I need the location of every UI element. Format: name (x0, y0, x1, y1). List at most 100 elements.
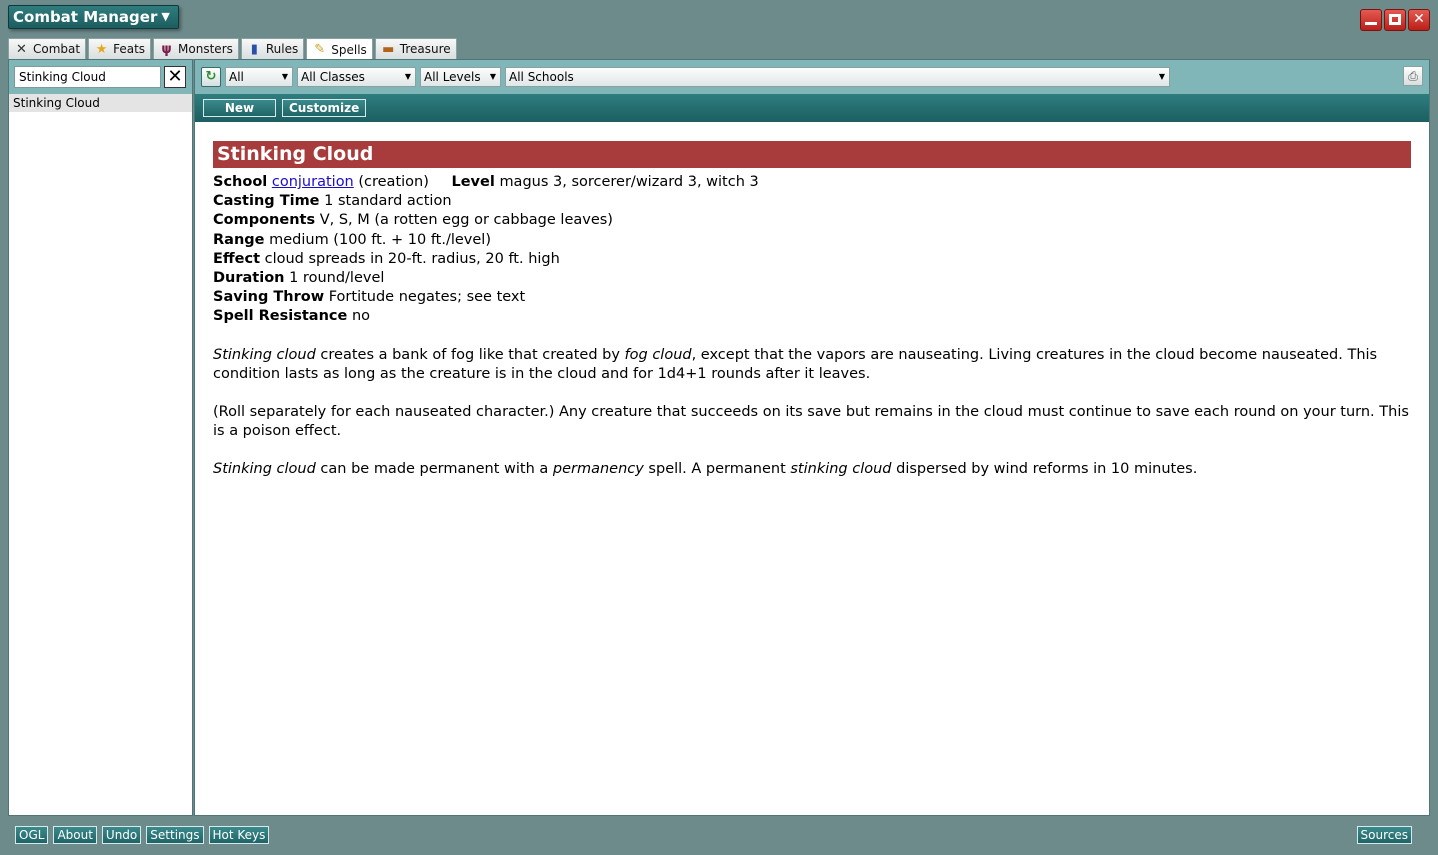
tab-treasure[interactable]: ▬ Treasure (374, 38, 457, 59)
tab-feats[interactable]: ★ Feats (88, 38, 152, 59)
spell-description: Stinking cloud creates a bank of fog lik… (213, 346, 1411, 479)
search-input[interactable] (14, 66, 161, 88)
description-paragraph: (Roll separately for each nauseated char… (213, 403, 1409, 439)
tab-label: Treasure (399, 42, 451, 56)
school-filter-select[interactable]: All Schools ▼ (505, 67, 1170, 87)
level-filter-select[interactable]: All Levels ▼ (420, 67, 501, 87)
x-icon: ✕ (16, 41, 27, 57)
stat-value: medium (100 ft. + 10 ft./level) (269, 231, 491, 248)
spell-ref: fog cloud (624, 346, 692, 363)
list-item[interactable]: Stinking Cloud (9, 94, 192, 112)
tab-spells[interactable]: ✎ Spells (306, 38, 373, 60)
select-value: All (229, 70, 244, 84)
sources-button[interactable]: Sources (1356, 826, 1412, 844)
monster-icon: ψ (161, 41, 172, 57)
stat-label: Level (451, 174, 495, 190)
stat-label: Saving Throw (213, 289, 325, 306)
description-text: creates a bank of fog like that created … (315, 346, 625, 363)
spell-list-panel: ✕ Stinking Cloud (8, 59, 193, 816)
window-controls: ✕ (1360, 9, 1430, 31)
stat-saving-throw: Saving Throw Fortitude negates; see text (213, 288, 1411, 307)
close-button[interactable]: ✕ (1408, 9, 1430, 31)
stat-label: Spell Resistance (213, 308, 348, 325)
stat-value: Fortitude negates; see text (328, 289, 526, 306)
stat-value: magus 3, sorcerer/wizard 3, witch 3 (499, 174, 759, 190)
stat-label: School (213, 174, 268, 190)
app-menu-button[interactable]: Combat Manager ▼ (8, 5, 179, 29)
tab-label: Spells (331, 42, 367, 57)
stat-value: (creation) (358, 174, 429, 190)
chevron-down-icon: ▼ (161, 10, 170, 23)
printer-icon: ⎙ (1408, 69, 1418, 83)
tab-combat[interactable]: ✕ Combat (8, 38, 87, 59)
stat-range: Range medium (100 ft. + 10 ft./level) (213, 231, 1411, 250)
stat-value: 1 round/level (289, 270, 385, 287)
undo-button[interactable]: Undo (101, 826, 142, 844)
stat-value: 1 standard action (324, 193, 452, 210)
spell-ref: Stinking cloud (213, 346, 316, 363)
clear-search-button[interactable]: ✕ (164, 66, 186, 88)
description-text: can be made permanent with a (315, 460, 553, 477)
tab-label: Combat (33, 42, 81, 56)
bottom-bar: OGL About Undo Settings Hot Keys Sources (0, 818, 1438, 855)
tab-label: Feats (113, 42, 146, 56)
select-value: All Levels (424, 70, 481, 84)
description-paragraph: Stinking cloud creates a bank of fog lik… (213, 346, 1411, 384)
about-button[interactable]: About (53, 826, 97, 844)
spell-name-header: Stinking Cloud (213, 141, 1411, 168)
spell-ref: stinking cloud (790, 460, 892, 477)
stat-spell-resistance: Spell Resistance no (213, 307, 1411, 326)
maximize-icon (1389, 14, 1401, 25)
refresh-icon: ↻ (205, 69, 217, 84)
new-button[interactable]: New (203, 99, 276, 117)
settings-button[interactable]: Settings (146, 826, 204, 844)
class-filter-select[interactable]: All Classes ▼ (297, 67, 416, 87)
bottom-buttons: OGL About Undo Settings Hot Keys (15, 826, 270, 844)
chevron-down-icon: ▼ (281, 72, 288, 81)
stat-value: V, S, M (a rotten egg or cabbage leaves) (319, 212, 613, 229)
source-filter-select[interactable]: All ▼ (225, 67, 293, 87)
action-bar: New Customize (195, 94, 1429, 122)
book-icon: ▮ (250, 41, 258, 57)
stat-duration: Duration 1 round/level (213, 269, 1411, 288)
print-button[interactable]: ⎙ (1403, 66, 1423, 86)
spell-detail-panel: ↻ All ▼ All Classes ▼ All Levels ▼ All Scho… (194, 59, 1430, 816)
minimize-icon (1365, 22, 1377, 25)
stat-label: Effect (213, 250, 261, 267)
stat-effect: Effect cloud spreads in 20-ft. radius, 2… (213, 250, 1411, 269)
refresh-button[interactable]: ↻ (201, 67, 221, 87)
school-link[interactable]: conjuration (272, 174, 354, 190)
search-bar: ✕ (9, 60, 192, 94)
close-icon: ✕ (1413, 11, 1425, 27)
description-text: dispersed by wind reforms in 10 minutes. (891, 460, 1198, 477)
select-value: All Schools (509, 70, 574, 84)
stat-label: Range (213, 231, 265, 248)
title-bar: Combat Manager ▼ ✕ (0, 0, 1438, 38)
tab-rules[interactable]: ▮ Rules (240, 38, 305, 59)
spell-content: Stinking Cloud School conjuration (creat… (195, 122, 1429, 479)
scroll-icon: ✎ (314, 42, 326, 57)
description-text: spell. A permanent (643, 460, 791, 477)
customize-button[interactable]: Customize (282, 99, 367, 117)
description-paragraph: Stinking cloud can be made permanent wit… (213, 460, 1411, 479)
main-tabs: ✕ Combat ★ Feats ψ Monsters ▮ Rules ✎ Sp… (8, 38, 457, 60)
stat-value: cloud spreads in 20-ft. radius, 20 ft. h… (264, 250, 560, 267)
app-title: Combat Manager (13, 8, 158, 26)
spell-ref: permanency (552, 460, 644, 477)
chevron-down-icon: ▼ (1158, 72, 1165, 81)
spell-ref: Stinking cloud (213, 460, 316, 477)
select-value: All Classes (301, 70, 365, 84)
stat-label: Casting Time (213, 193, 320, 210)
ogl-button[interactable]: OGL (15, 826, 49, 844)
minimize-button[interactable] (1360, 9, 1382, 31)
hotkeys-button[interactable]: Hot Keys (208, 826, 270, 844)
tab-label: Rules (265, 42, 299, 56)
stat-components: Components V, S, M (a rotten egg or cabb… (213, 211, 1411, 230)
filter-bar: ↻ All ▼ All Classes ▼ All Levels ▼ All Scho… (195, 60, 1429, 94)
tab-monsters[interactable]: ψ Monsters (153, 38, 239, 59)
stat-label: Duration (213, 270, 285, 287)
stat-casting-time: Casting Time 1 standard action (213, 192, 1411, 211)
maximize-button[interactable] (1384, 9, 1406, 31)
stat-value: no (351, 308, 371, 325)
stat-label: Components (213, 212, 316, 229)
